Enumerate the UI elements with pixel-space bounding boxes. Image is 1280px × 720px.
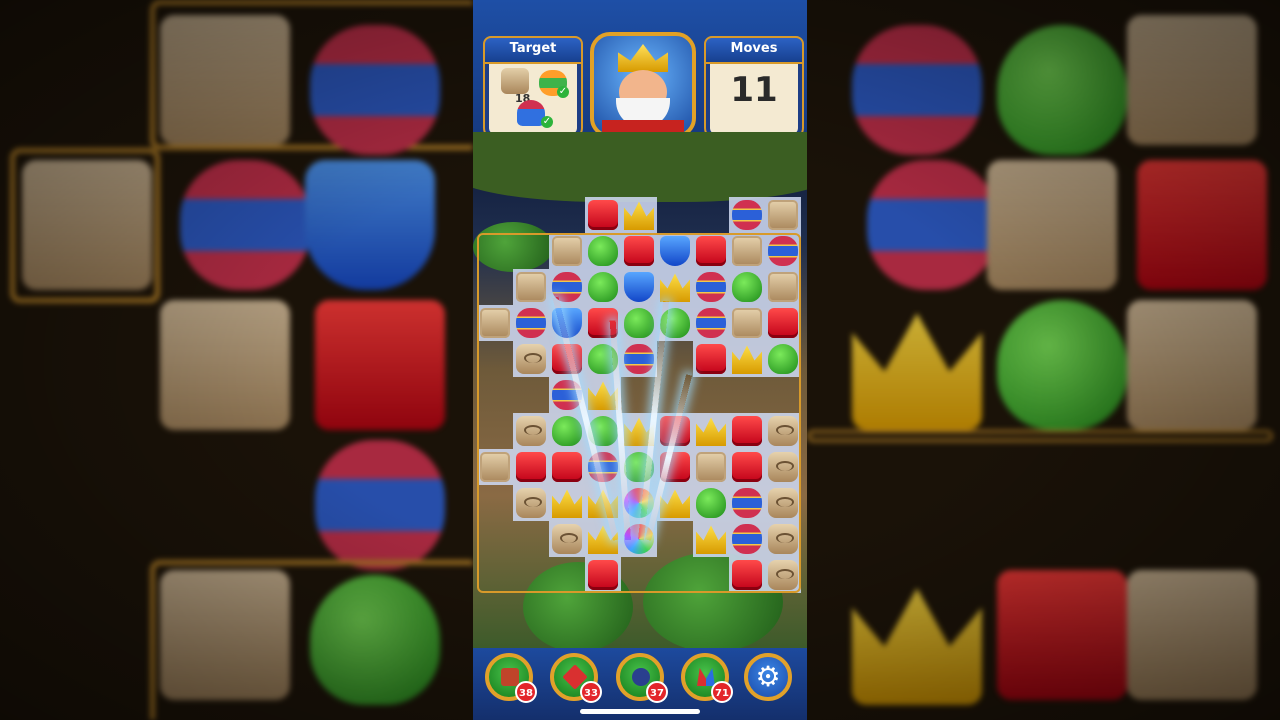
game-board[interactable] — [473, 0, 807, 720]
arrow-booster-button[interactable]: 33 — [550, 653, 602, 703]
cannon-count: 37 — [646, 681, 668, 703]
red-block-tile[interactable] — [588, 200, 618, 230]
home-indicator[interactable] — [580, 709, 700, 714]
cannon-icon — [632, 668, 650, 686]
hammer-count: 38 — [515, 681, 537, 703]
crate-tile[interactable] — [768, 200, 798, 230]
arrow-count: 33 — [580, 681, 602, 703]
cannon-booster-button[interactable]: 37 — [616, 653, 668, 703]
jester-count: 71 — [711, 681, 733, 703]
game-screen: Target 18 ✓ ✓ Moves 11 38 33 37 71 ⚙ — [473, 0, 807, 720]
striped-egg-tile[interactable] — [732, 200, 762, 230]
jester-booster-button[interactable]: 71 — [681, 653, 733, 703]
jester-hat-icon — [697, 668, 715, 686]
hammer-icon — [501, 668, 519, 686]
settings-gear-icon[interactable]: ⚙ — [744, 653, 792, 701]
hammer-booster-button[interactable]: 38 — [485, 653, 537, 703]
